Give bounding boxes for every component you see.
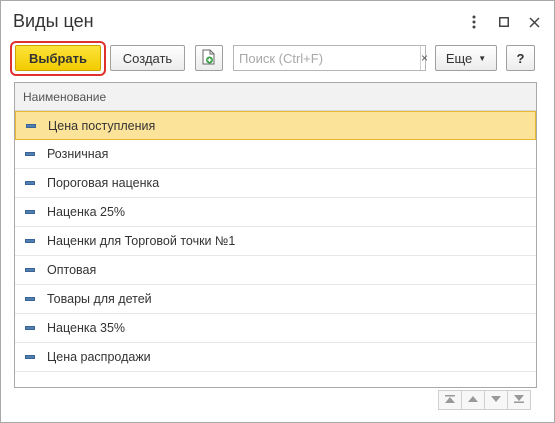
help-button[interactable]: ? (506, 45, 535, 71)
price-type-icon (25, 297, 35, 301)
row-label: Оптовая (47, 263, 97, 277)
table-row[interactable]: Цена поступления (15, 111, 536, 140)
list-navigation (438, 390, 531, 410)
price-type-icon (25, 239, 35, 243)
table-row[interactable]: Наценка 35% (15, 314, 536, 343)
toolbar: Выбрать Создать × Еще ▼ ? (1, 45, 554, 71)
row-label: Наценки для Торговой точки №1 (47, 234, 236, 248)
search-field: × (233, 45, 428, 71)
arrow-up-icon (467, 391, 479, 409)
table-row[interactable]: Оптовая (15, 256, 536, 285)
more-button-label: Еще (445, 50, 473, 66)
scroll-to-bottom-button[interactable] (507, 390, 531, 410)
price-type-icon (26, 123, 36, 128)
create-button[interactable]: Создать (110, 45, 185, 71)
price-type-icon (25, 326, 35, 330)
window-title: Виды цен (13, 11, 94, 31)
table-row[interactable]: Цена распродажи (15, 343, 536, 372)
search-input[interactable] (234, 46, 420, 70)
close-icon[interactable] (525, 13, 543, 31)
row-label: Наценка 25% (47, 205, 126, 219)
select-button[interactable]: Выбрать (15, 45, 101, 71)
price-type-icon (25, 152, 35, 156)
table-row[interactable]: Товары для детей (15, 285, 536, 314)
row-label: Цена распродажи (47, 350, 151, 364)
first-page-icon (444, 391, 456, 409)
price-type-icon (25, 355, 35, 359)
price-type-icon (25, 181, 35, 185)
row-label: Цена поступления (48, 118, 156, 133)
scroll-up-button[interactable] (461, 390, 485, 410)
maximize-icon[interactable] (495, 13, 513, 31)
copy-document-button[interactable] (195, 45, 223, 71)
table-row[interactable]: Пороговая наценка (15, 169, 536, 198)
row-label: Розничная (47, 147, 109, 161)
table-row[interactable]: Наценка 25% (15, 198, 536, 227)
price-type-icon (25, 268, 35, 272)
more-button[interactable]: Еще ▼ (435, 45, 497, 71)
last-page-icon (513, 391, 525, 409)
row-label: Пороговая наценка (47, 176, 160, 190)
row-label: Наценка 35% (47, 321, 126, 335)
arrow-down-icon (490, 391, 502, 409)
table-row[interactable]: Наценки для Торговой точки №1 (15, 227, 536, 256)
scroll-down-button[interactable] (484, 390, 508, 410)
row-label: Товары для детей (47, 292, 152, 306)
price-types-table: Наименование Цена поступления Розничная … (14, 82, 537, 388)
table-row[interactable]: Розничная (15, 140, 536, 169)
price-types-window: Виды цен Выбрать Создать × Еще (0, 0, 555, 423)
table-body: Цена поступления Розничная Пороговая нац… (15, 111, 536, 372)
more-menu-icon[interactable] (465, 13, 483, 31)
price-type-icon (25, 210, 35, 214)
chevron-down-icon: ▼ (478, 53, 487, 63)
column-header-name[interactable]: Наименование (15, 83, 536, 111)
copy-document-icon (202, 49, 216, 68)
clear-search-button[interactable]: × (420, 46, 428, 70)
scroll-to-top-button[interactable] (438, 390, 462, 410)
